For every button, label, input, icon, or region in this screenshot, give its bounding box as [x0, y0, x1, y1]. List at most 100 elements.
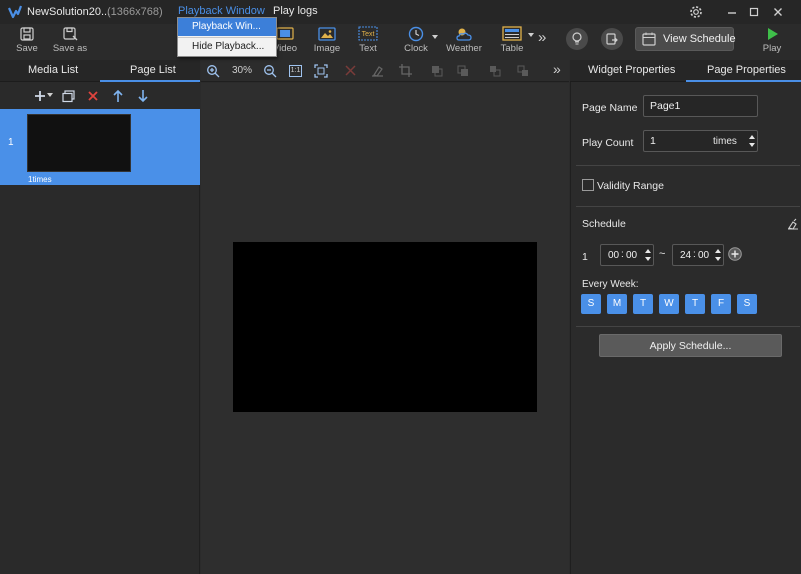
- weekday-sunday[interactable]: S: [581, 294, 601, 314]
- chevron-down-icon[interactable]: [527, 32, 535, 38]
- menu-playback-window[interactable]: Playback Window: [178, 5, 265, 17]
- end-hour: 24: [680, 250, 692, 261]
- weekday-tuesday[interactable]: T: [633, 294, 653, 314]
- save-as-icon: [63, 27, 78, 41]
- clear-icon[interactable]: [787, 218, 799, 230]
- tab-widget-properties[interactable]: Widget Properties: [588, 64, 675, 76]
- left-tab-bar: Media List Page List: [0, 60, 200, 82]
- chevron-down-icon[interactable]: [431, 34, 439, 40]
- page-name-input[interactable]: Page1: [643, 95, 758, 117]
- tab-media-list[interactable]: Media List: [28, 64, 78, 76]
- spinner-icon[interactable]: [643, 245, 653, 265]
- end-time-input[interactable]: 24 : 00: [672, 244, 724, 266]
- actual-size-button[interactable]: 1:1: [289, 65, 302, 77]
- spinner-icon[interactable]: [747, 131, 757, 151]
- publish-button[interactable]: [566, 28, 588, 50]
- divider: [576, 206, 800, 207]
- weather-label: Weather: [446, 43, 482, 54]
- menu-play-logs[interactable]: Play logs: [273, 5, 318, 17]
- export-button[interactable]: [601, 28, 623, 50]
- text-button[interactable]: Text Text: [348, 24, 388, 60]
- gear-icon[interactable]: [688, 4, 704, 20]
- send-back-icon: [457, 65, 468, 76]
- canvas-screen[interactable]: [233, 242, 537, 412]
- add-schedule-icon[interactable]: [728, 247, 742, 261]
- right-tab-bar: Widget Properties Page Properties: [570, 60, 801, 82]
- move-up-icon[interactable]: [112, 89, 124, 103]
- zoom-out-icon[interactable]: [263, 64, 277, 78]
- move-down-icon[interactable]: [137, 89, 149, 103]
- zoom-level: 30%: [232, 65, 253, 76]
- time-range-separator: ~: [659, 248, 666, 260]
- start-hour: 00: [608, 250, 620, 261]
- fit-screen-icon[interactable]: [314, 64, 328, 78]
- weather-button[interactable]: Weather: [444, 24, 484, 60]
- save-label: Save: [16, 43, 38, 54]
- main-toolbar: Save Save as Video Image Text Text Clock…: [0, 24, 801, 60]
- play-count-label: Play Count: [582, 137, 634, 149]
- time-colon: :: [621, 249, 624, 260]
- calendar-icon: [642, 32, 656, 46]
- canvas-toolbar: 30% 1:1 »: [201, 60, 569, 82]
- toolbar-more-button[interactable]: »: [538, 29, 546, 46]
- copy-icon[interactable]: [62, 90, 75, 103]
- lightbulb-icon: [572, 32, 582, 45]
- schedule-label: Schedule: [582, 218, 626, 230]
- page-thumbnail[interactable]: [27, 114, 131, 172]
- play-count-value: 1: [650, 135, 656, 147]
- send-backward-icon: [517, 65, 528, 76]
- every-week-label: Every Week:: [582, 279, 639, 290]
- divider: [576, 165, 800, 166]
- weekday-wednesday[interactable]: W: [659, 294, 679, 314]
- apply-schedule-button[interactable]: Apply Schedule...: [599, 334, 782, 357]
- play-count-unit: times: [713, 136, 737, 147]
- active-tab-indicator: [100, 80, 200, 82]
- bring-forward-icon: [490, 66, 501, 77]
- weekday-friday[interactable]: F: [711, 294, 731, 314]
- menu-item-hide-playback[interactable]: Hide Playback...: [178, 38, 276, 56]
- weekday-monday[interactable]: M: [607, 294, 627, 314]
- play-label: Play: [762, 43, 782, 54]
- text-icon: Text: [358, 26, 378, 41]
- save-as-label: Save as: [52, 43, 88, 54]
- image-button[interactable]: Image: [307, 24, 347, 60]
- validity-range-label: Validity Range: [597, 180, 664, 192]
- tab-page-properties[interactable]: Page Properties: [707, 64, 786, 76]
- bring-front-icon: [432, 66, 443, 77]
- page-name-label: Page Name: [582, 102, 638, 114]
- time-colon: :: [693, 249, 696, 260]
- zoom-in-icon[interactable]: [206, 64, 220, 78]
- tab-page-list[interactable]: Page List: [130, 64, 176, 76]
- spinner-icon[interactable]: [713, 245, 723, 265]
- save-icon: [20, 27, 34, 41]
- crop-icon: [399, 64, 412, 77]
- view-schedule-label: View Schedule: [663, 33, 736, 45]
- maximize-icon[interactable]: [746, 4, 762, 20]
- page-name-value: Page1: [650, 100, 681, 112]
- active-tab-indicator: [686, 80, 801, 82]
- view-schedule-button[interactable]: View Schedule: [635, 27, 736, 51]
- delete-icon[interactable]: [87, 90, 99, 102]
- clock-button[interactable]: Clock: [396, 24, 436, 60]
- clock-icon: [408, 26, 424, 42]
- svg-text:Text: Text: [362, 31, 375, 38]
- menu-item-playback-window[interactable]: Playback Win...: [178, 18, 276, 36]
- page-caption: 1times: [28, 175, 52, 184]
- save-button[interactable]: Save: [7, 24, 47, 60]
- table-button[interactable]: Table: [492, 24, 532, 60]
- play-button[interactable]: Play: [752, 24, 792, 60]
- validity-range-checkbox[interactable]: [582, 179, 594, 191]
- play-count-input[interactable]: 1 times: [643, 130, 758, 152]
- chevron-down-icon[interactable]: [47, 93, 53, 98]
- start-minute: 00: [626, 250, 638, 261]
- add-icon[interactable]: [33, 89, 47, 103]
- close-icon[interactable]: [770, 4, 786, 20]
- weekday-saturday[interactable]: S: [737, 294, 757, 314]
- weekday-thursday[interactable]: T: [685, 294, 705, 314]
- end-minute: 00: [698, 250, 710, 261]
- start-time-input[interactable]: 00 : 00: [600, 244, 654, 266]
- canvas-more-button[interactable]: »: [553, 61, 561, 77]
- text-label: Text: [359, 43, 377, 54]
- minimize-icon[interactable]: [724, 4, 740, 20]
- save-as-button[interactable]: Save as: [50, 24, 90, 60]
